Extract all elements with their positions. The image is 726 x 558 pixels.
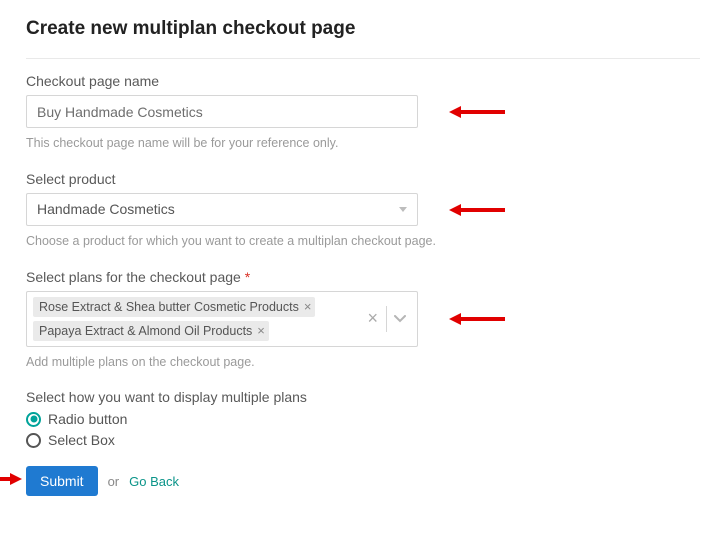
label-select-product: Select product — [26, 171, 700, 187]
label-display-mode: Select how you want to display multiple … — [26, 389, 700, 405]
go-back-link[interactable]: Go Back — [129, 474, 179, 489]
helper-checkout-name: This checkout page name will be for your… — [26, 134, 436, 153]
label-checkout-name: Checkout page name — [26, 73, 700, 89]
radio-option-radio-button[interactable]: Radio button — [26, 411, 700, 427]
plan-tag[interactable]: Papaya Extract & Almond Oil Products × — [33, 321, 269, 341]
annotation-arrow — [0, 473, 22, 485]
annotation-arrow — [449, 106, 505, 118]
tag-remove-icon[interactable]: × — [257, 324, 265, 337]
helper-select-product: Choose a product for which you want to c… — [26, 232, 436, 251]
annotation-arrow — [449, 204, 505, 216]
clear-all-icon[interactable]: × — [361, 308, 384, 329]
field-checkout-name: Checkout page name This checkout page na… — [26, 73, 700, 153]
plans-multiselect[interactable]: Rose Extract & Shea butter Cosmetic Prod… — [26, 291, 418, 347]
divider — [26, 58, 700, 59]
helper-select-plans: Add multiple plans on the checkout page. — [26, 353, 436, 372]
checkout-name-input[interactable] — [26, 95, 418, 128]
required-asterisk: * — [245, 269, 250, 285]
chevron-down-icon[interactable] — [389, 308, 411, 330]
product-select[interactable]: Handmade Cosmetics — [26, 193, 418, 226]
annotation-arrow — [449, 313, 505, 325]
separator — [386, 306, 387, 332]
page-title: Create new multiplan checkout page — [26, 18, 700, 40]
plan-tag[interactable]: Rose Extract & Shea butter Cosmetic Prod… — [33, 297, 315, 317]
label-select-plans: Select plans for the checkout page * — [26, 269, 700, 285]
field-select-plans: Select plans for the checkout page * Ros… — [26, 269, 700, 372]
tag-remove-icon[interactable]: × — [304, 300, 312, 313]
radio-icon — [26, 433, 41, 448]
submit-button[interactable]: Submit — [26, 466, 98, 496]
field-select-product: Select product Handmade Cosmetics Choose… — [26, 171, 700, 251]
or-text: or — [108, 474, 120, 489]
radio-icon — [26, 412, 41, 427]
field-display-mode: Select how you want to display multiple … — [26, 389, 700, 448]
radio-option-select-box[interactable]: Select Box — [26, 432, 700, 448]
